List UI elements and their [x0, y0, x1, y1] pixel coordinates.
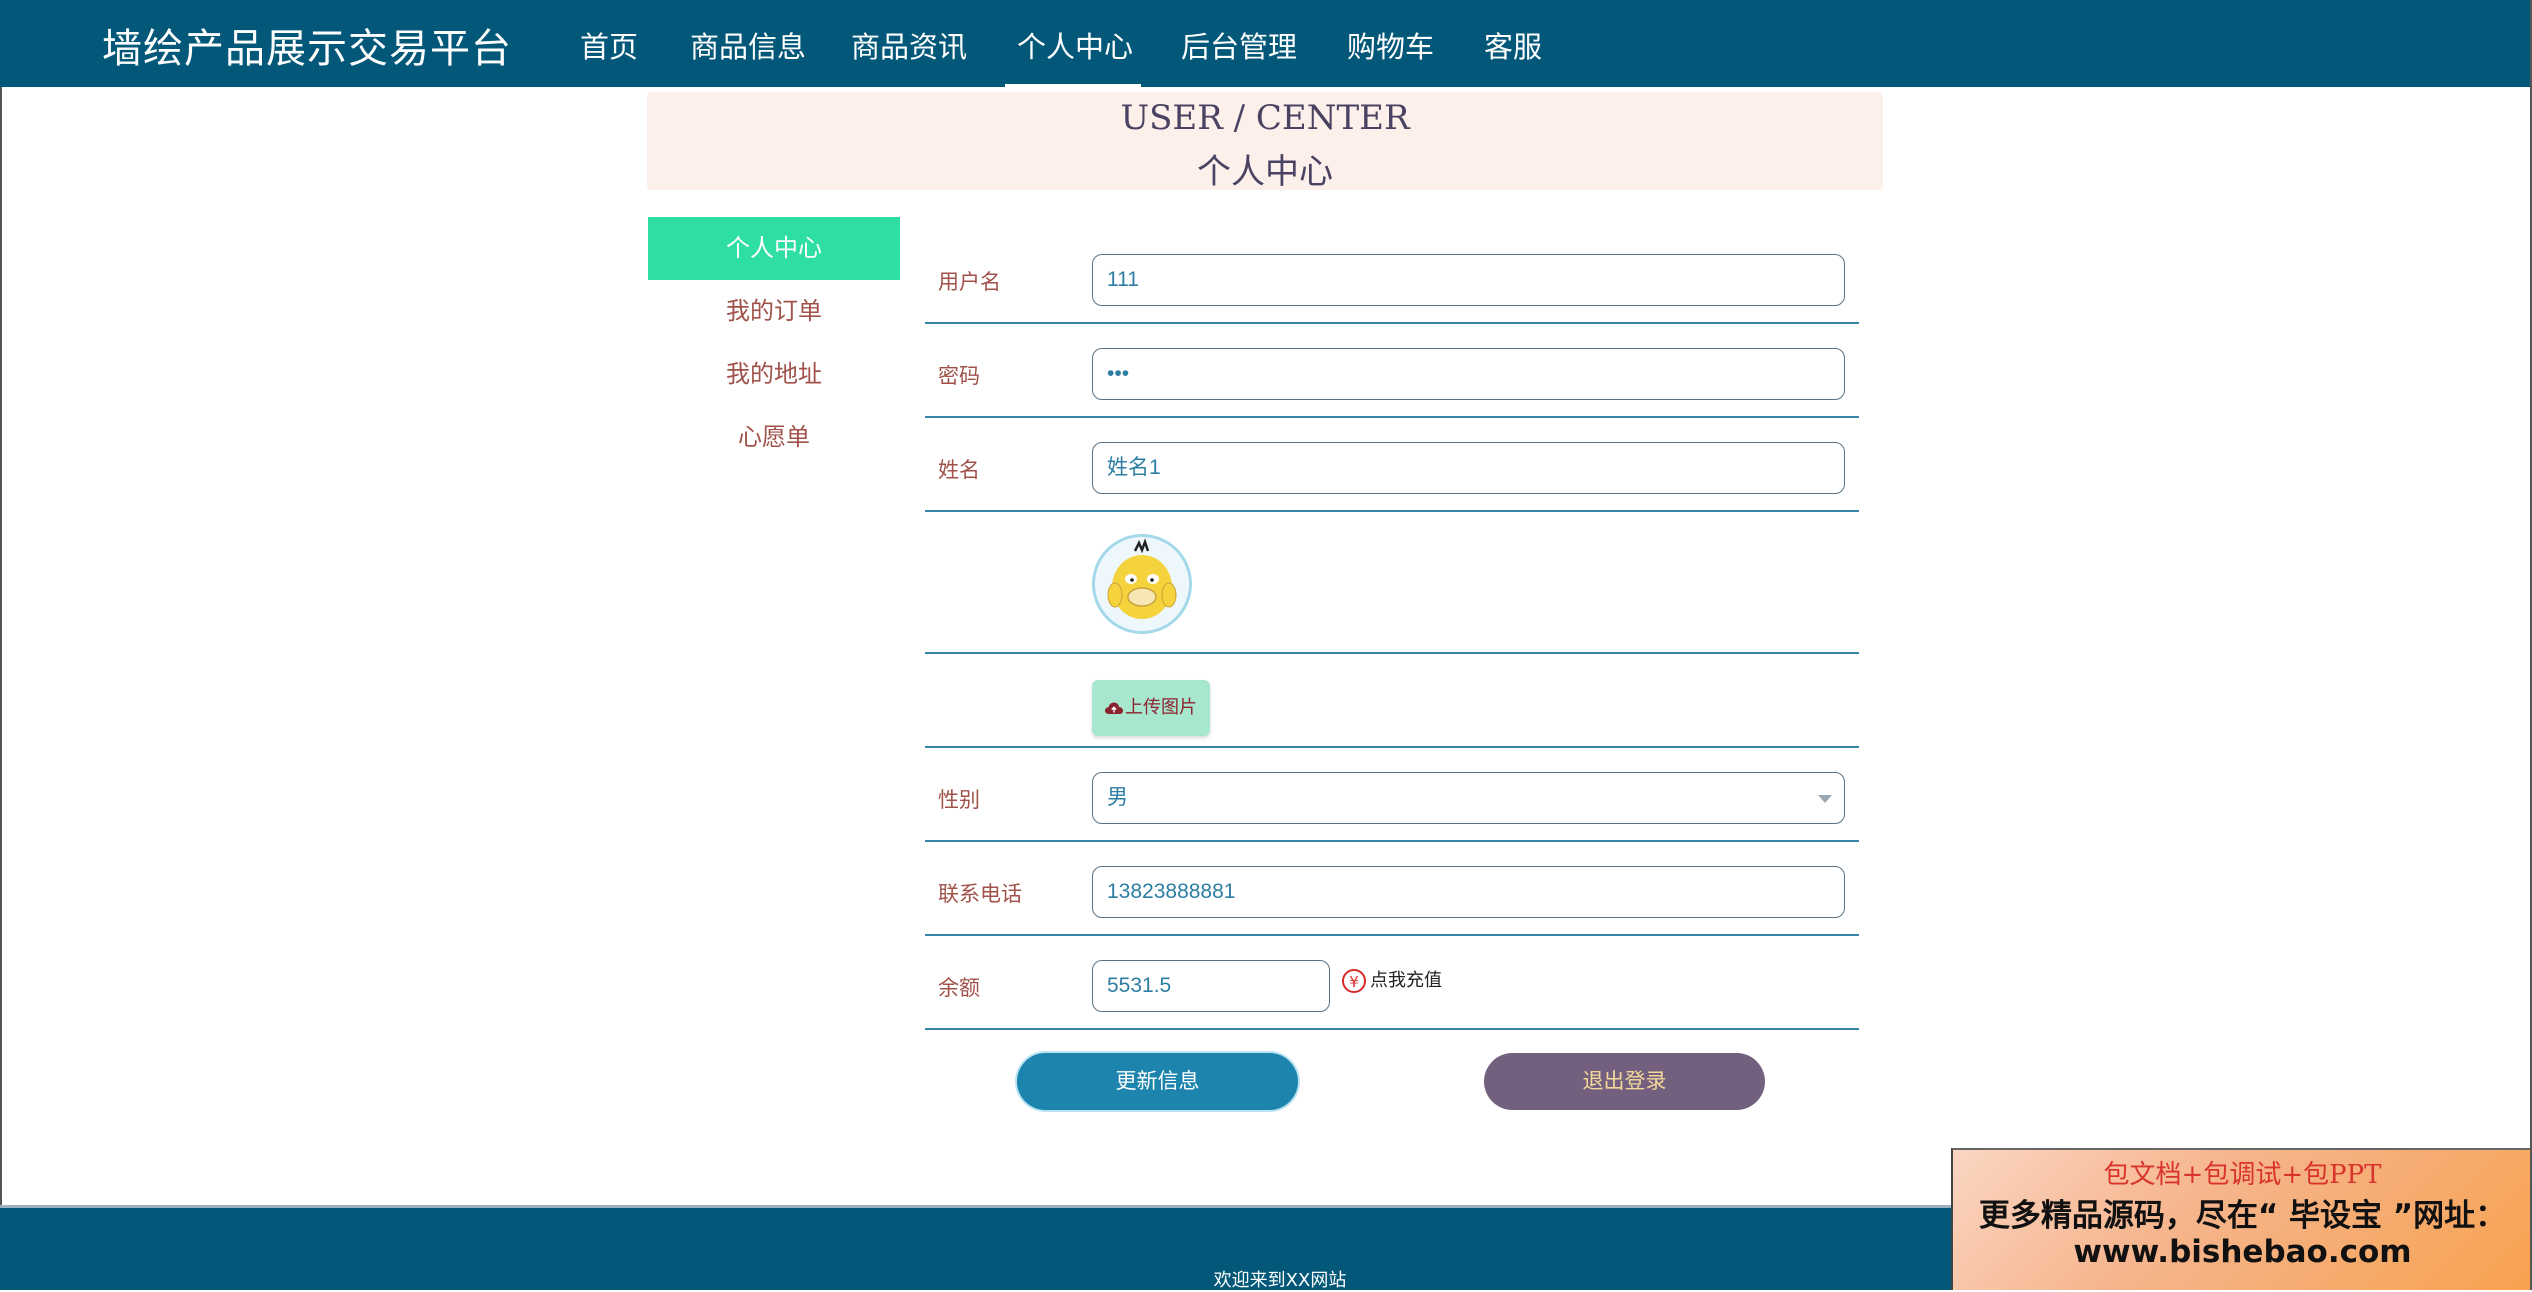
- name-input[interactable]: 姓名1: [1092, 442, 1845, 494]
- form-row-upload: 上传图片: [925, 654, 1859, 748]
- sidebar-item-address[interactable]: 我的地址: [648, 343, 900, 406]
- name-label: 姓名: [938, 458, 980, 482]
- nav-user-center[interactable]: 个人中心: [1017, 24, 1133, 64]
- form-row-password: 密码 •••: [925, 324, 1859, 418]
- nav-service[interactable]: 客服: [1484, 24, 1542, 64]
- promo-banner[interactable]: 包文档+包调试+包PPT 更多精品源码，尽在“ 毕设宝 ”网址： www.bis…: [1951, 1148, 2532, 1290]
- phone-input[interactable]: 13823888881: [1092, 866, 1845, 918]
- form-row-username: 用户名 111: [925, 240, 1859, 324]
- sidebar-item-wishlist[interactable]: 心愿单: [648, 406, 900, 469]
- banner-title-en: USER / CENTER: [1120, 98, 1410, 138]
- nav-news[interactable]: 商品资讯: [851, 24, 967, 64]
- promo-line-2: 更多精品源码，尽在“ 毕设宝 ”网址：: [1978, 1198, 2507, 1234]
- username-input[interactable]: 111: [1092, 254, 1845, 306]
- window-border-left: [0, 0, 2, 1290]
- gender-selected-value: 男: [1107, 786, 1128, 809]
- cloud-upload-icon: [1105, 702, 1123, 714]
- chevron-down-icon: [1818, 795, 1832, 803]
- username-label: 用户名: [938, 270, 1001, 294]
- gender-select[interactable]: 男: [1092, 772, 1845, 824]
- avatar: [1092, 534, 1192, 634]
- logout-button[interactable]: 退出登录: [1484, 1053, 1765, 1110]
- upload-label: 上传图片: [1125, 697, 1197, 718]
- yen-icon: ¥: [1342, 969, 1366, 993]
- password-label: 密码: [938, 364, 980, 388]
- user-sidebar: 个人中心 我的订单 我的地址 心愿单: [648, 217, 900, 469]
- nav-home[interactable]: 首页: [580, 24, 638, 64]
- form-row-phone: 联系电话 13823888881: [925, 842, 1859, 936]
- balance-input[interactable]: 5531.5: [1092, 960, 1330, 1012]
- update-info-button[interactable]: 更新信息: [1017, 1053, 1298, 1110]
- upload-image-button[interactable]: 上传图片: [1092, 680, 1210, 736]
- gender-label: 性别: [938, 788, 980, 812]
- form-row-balance: 余额 5531.5 ¥ 点我充值: [925, 936, 1859, 1030]
- site-brand[interactable]: 墙绘产品展示交易平台: [102, 16, 512, 74]
- form-row-avatar: [925, 512, 1859, 654]
- balance-label: 余额: [938, 976, 980, 1000]
- form-row-name: 姓名 姓名1: [925, 418, 1859, 512]
- password-input[interactable]: •••: [1092, 348, 1845, 400]
- promo-url[interactable]: www.bishebao.com: [1953, 1234, 2532, 1270]
- nav-admin[interactable]: 后台管理: [1181, 24, 1297, 64]
- recharge-link[interactable]: ¥ 点我充值: [1342, 966, 1442, 996]
- form-row-gender: 性别 男: [925, 748, 1859, 842]
- nav-active-indicator: [1005, 84, 1141, 87]
- banner-title-cn: 个人中心: [1197, 152, 1333, 192]
- recharge-label: 点我充值: [1370, 970, 1442, 991]
- top-navbar: 墙绘产品展示交易平台 首页 商品信息 商品资讯 个人中心 后台管理 购物车 客服: [0, 0, 2532, 87]
- sidebar-item-user-center[interactable]: 个人中心: [648, 217, 900, 280]
- nav-cart[interactable]: 购物车: [1347, 24, 1434, 64]
- promo-line-1: 包文档+包调试+包PPT: [2103, 1160, 2382, 1190]
- phone-label: 联系电话: [938, 882, 1022, 906]
- page-banner: USER / CENTER 个人中心: [647, 92, 1883, 192]
- nav-products[interactable]: 商品信息: [690, 24, 806, 64]
- sidebar-item-orders[interactable]: 我的订单: [648, 280, 900, 343]
- avatar-duck-icon: [1095, 537, 1189, 631]
